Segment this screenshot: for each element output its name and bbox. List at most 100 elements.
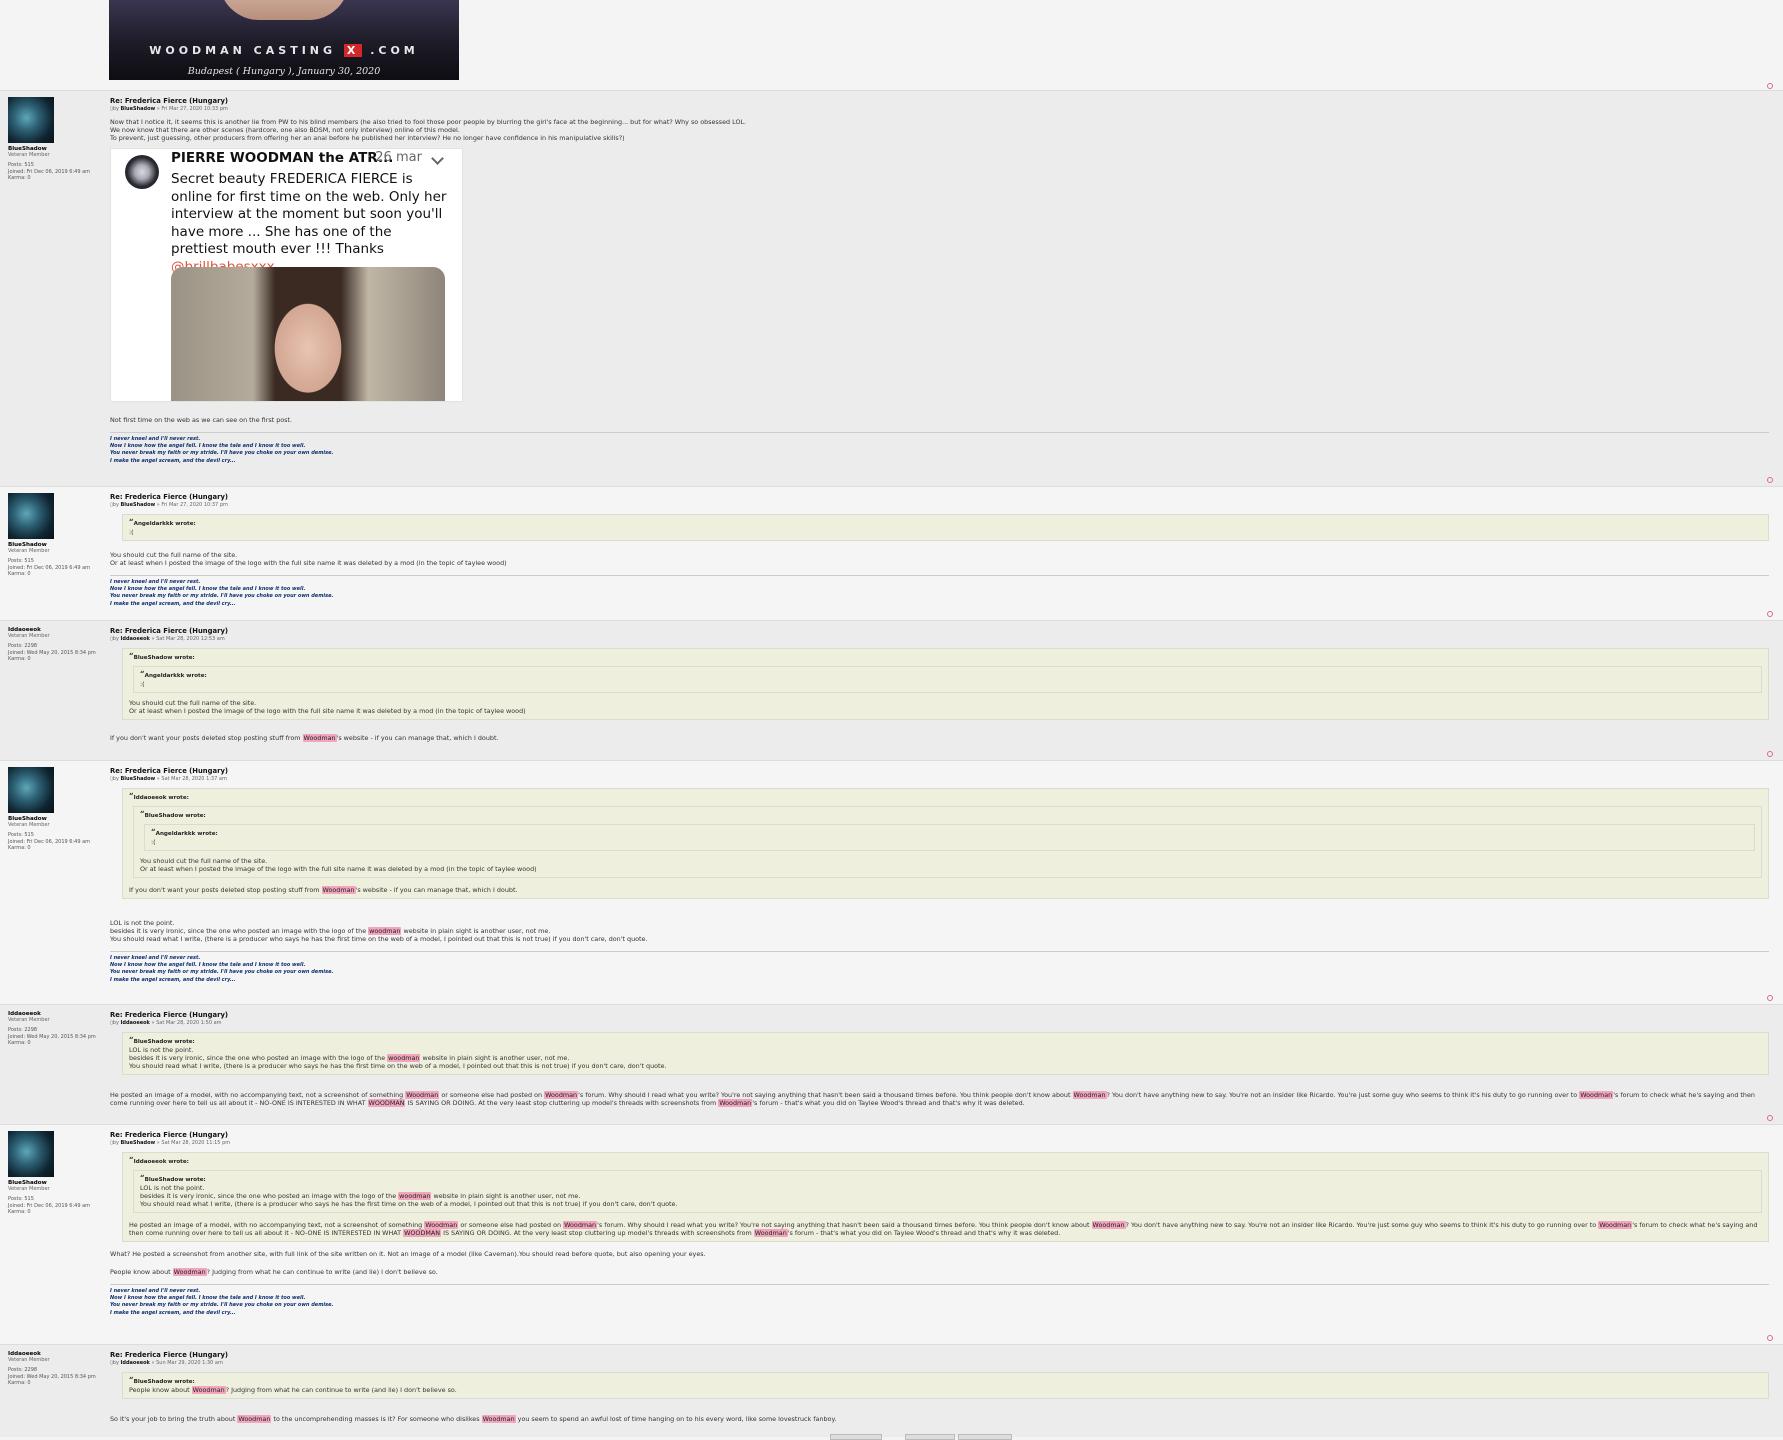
post-author[interactable]: BlueShadow bbox=[121, 1140, 156, 1146]
back-to-top-icon[interactable] bbox=[1767, 477, 1773, 483]
post-body: Re: Frederica Fierce (Hungary) ▯by BlueS… bbox=[110, 767, 1769, 984]
quote-author: BlueShadow wrote: bbox=[140, 810, 1755, 820]
post-author[interactable]: Iddaoeeok bbox=[121, 1020, 150, 1026]
post-body: Re: Frederica Fierce (Hungary) ▯by Iddao… bbox=[110, 627, 1769, 742]
post-content: BlueShadow wrote: People know about Wood… bbox=[110, 1372, 1769, 1423]
search-highlight: Woodman bbox=[544, 1091, 579, 1099]
search-highlight: Woodman bbox=[302, 734, 337, 742]
signature: I never kneel and I'll never rest. Now I… bbox=[110, 951, 1769, 984]
user-joined: Joined: Fri Dec 06, 2019 6:49 am bbox=[8, 838, 91, 845]
post-content: Angeldarkkk wrote: :( You should cut the… bbox=[110, 514, 1769, 567]
post-profile: BlueShadow Veteran Member Posts: 515 Joi… bbox=[8, 767, 100, 851]
post: BlueShadow Veteran Member Posts: 515 Joi… bbox=[0, 90, 1783, 486]
post-author[interactable]: BlueShadow bbox=[121, 502, 156, 508]
embedded-tweet-image[interactable]: PIERRE WOODMAN the ATR... · 26 mar Secre… bbox=[110, 148, 463, 402]
user-karma: Karma: 0 bbox=[8, 844, 31, 851]
post-content: BlueShadow wrote: LOL is not the point. … bbox=[110, 1032, 1769, 1107]
nested-quote-block: BlueShadow wrote: Angeldarkkk wrote: :( … bbox=[133, 806, 1762, 878]
user-karma: Karma: 0 bbox=[8, 174, 31, 181]
user-rank: Veteran Member bbox=[8, 1357, 50, 1364]
post: Iddaoeeok Veteran Member Posts: 2298 Joi… bbox=[0, 1344, 1783, 1437]
post-body: Re: Frederica Fierce (Hungary) ▯by BlueS… bbox=[110, 1131, 1769, 1317]
post-profile: BlueShadow Veteran Member Posts: 515 Joi… bbox=[8, 1131, 100, 1215]
post-body: Re: Frederica Fierce (Hungary) ▯by Iddao… bbox=[110, 1011, 1769, 1107]
search-highlight: Woodman bbox=[481, 1415, 516, 1423]
image-location-text: Budapest ( Hungary ), January 30, 2020 bbox=[187, 66, 381, 77]
search-highlight: Woodman bbox=[563, 1221, 598, 1229]
quote-author: Angeldarkkk wrote: bbox=[151, 828, 1748, 838]
post-author[interactable]: BlueShadow bbox=[121, 106, 156, 112]
back-to-top-icon[interactable] bbox=[1767, 995, 1773, 1001]
search-highlight: Woodman bbox=[424, 1221, 459, 1229]
quote-author: Angeldarkkk wrote: bbox=[140, 670, 1755, 680]
search-highlight: Woodman bbox=[1579, 1091, 1614, 1099]
avatar[interactable] bbox=[8, 1131, 54, 1177]
pagination-button[interactable] bbox=[830, 1434, 882, 1440]
avatar[interactable] bbox=[8, 493, 54, 539]
user-joined: Joined: Wed May 20, 2015 8:34 pm bbox=[8, 1373, 96, 1380]
post-profile: BlueShadow Veteran Member Posts: 515 Joi… bbox=[8, 97, 100, 181]
pagination-button[interactable] bbox=[958, 1434, 1012, 1440]
post: BlueShadow Veteran Member Posts: 515 Joi… bbox=[0, 486, 1783, 620]
post-author[interactable]: Iddaoeeok bbox=[121, 1360, 150, 1366]
search-highlight: Woodman bbox=[172, 1268, 207, 1276]
back-to-top-icon[interactable] bbox=[1767, 83, 1773, 89]
user-joined: Joined: Fri Dec 06, 2019 6:49 am bbox=[8, 1202, 91, 1209]
post-title[interactable]: Re: Frederica Fierce (Hungary) bbox=[110, 97, 1769, 105]
user-joined: Joined: Wed May 20, 2015 8:34 pm bbox=[8, 649, 96, 656]
post: BlueShadow Veteran Member Posts: 515 Joi… bbox=[0, 1124, 1783, 1344]
post-profile: BlueShadow Veteran Member Posts: 515 Joi… bbox=[8, 493, 100, 577]
post-title[interactable]: Re: Frederica Fierce (Hungary) bbox=[110, 1131, 1769, 1139]
attached-image[interactable]: WOODMAN CASTING X .COM Budapest ( Hungar… bbox=[109, 0, 459, 80]
user-karma: Karma: 0 bbox=[8, 570, 31, 577]
post-author[interactable]: BlueShadow bbox=[121, 776, 156, 782]
quote-author: BlueShadow wrote: bbox=[129, 652, 1762, 662]
user-rank: Veteran Member bbox=[8, 548, 50, 555]
post-meta: ▯by BlueShadow » Sat Mar 28, 2020 11:15 … bbox=[110, 1140, 231, 1146]
tweet-date: · 26 mar bbox=[367, 150, 422, 165]
post-author[interactable]: Iddaoeeok bbox=[121, 636, 150, 642]
user-joined: Joined: Wed May 20, 2015 8:34 pm bbox=[8, 1033, 96, 1040]
post-title[interactable]: Re: Frederica Fierce (Hungary) bbox=[110, 493, 1769, 501]
chevron-down-icon bbox=[431, 152, 444, 165]
search-highlight: Woodman bbox=[753, 1229, 788, 1237]
back-to-top-icon[interactable] bbox=[1767, 611, 1773, 617]
avatar[interactable] bbox=[8, 767, 54, 813]
post-meta: ▯by Iddaoeeok » Sat Mar 28, 2020 12:53 a… bbox=[110, 636, 225, 642]
search-highlight: WOODMAN bbox=[367, 1099, 406, 1107]
post: BlueShadow Veteran Member Posts: 515 Joi… bbox=[0, 760, 1783, 1004]
post-title[interactable]: Re: Frederica Fierce (Hungary) bbox=[110, 1011, 1769, 1019]
avatar[interactable] bbox=[8, 97, 54, 143]
user-rank: Veteran Member bbox=[8, 152, 50, 159]
search-highlight: WOODMAN bbox=[403, 1229, 442, 1237]
quote-author: BlueShadow wrote: bbox=[129, 1036, 1762, 1046]
back-to-top-icon[interactable] bbox=[1767, 1335, 1773, 1341]
post-body: Re: Frederica Fierce (Hungary) ▯by BlueS… bbox=[110, 97, 1769, 465]
post-title[interactable]: Re: Frederica Fierce (Hungary) bbox=[110, 767, 1769, 775]
post-profile: Iddaoeeok Veteran Member Posts: 2298 Joi… bbox=[8, 1011, 100, 1046]
post-profile: Iddaoeeok Veteran Member Posts: 2298 Joi… bbox=[8, 1351, 100, 1386]
back-to-top-icon[interactable] bbox=[1767, 751, 1773, 757]
search-highlight: Woodman bbox=[321, 886, 356, 894]
post-title[interactable]: Re: Frederica Fierce (Hungary) bbox=[110, 1351, 1769, 1359]
search-highlight: Woodman bbox=[718, 1099, 753, 1107]
post-content: Iddaoeeok wrote: BlueShadow wrote: Angel… bbox=[110, 788, 1769, 943]
user-rank: Veteran Member bbox=[8, 1186, 50, 1193]
user-rank: Veteran Member bbox=[8, 633, 50, 640]
signature: I never kneel and I'll never rest. Now I… bbox=[110, 432, 1769, 465]
search-highlight: Woodman bbox=[1598, 1221, 1633, 1229]
search-highlight: woodman bbox=[398, 1192, 432, 1200]
post-content: BlueShadow wrote: Angeldarkkk wrote: :( … bbox=[110, 648, 1769, 742]
back-to-top-icon[interactable] bbox=[1767, 1115, 1773, 1121]
quote-author: Iddaoeeok wrote: bbox=[129, 1156, 1762, 1166]
post-content: Iddaoeeok wrote: BlueShadow wrote: LOL i… bbox=[110, 1152, 1769, 1276]
quote-author: BlueShadow wrote: bbox=[129, 1376, 1762, 1386]
post-meta: ▯by BlueShadow » Fri Mar 27, 2020 10:33 … bbox=[110, 106, 228, 112]
post-title[interactable]: Re: Frederica Fierce (Hungary) bbox=[110, 627, 1769, 635]
quote-author: Angeldarkkk wrote: bbox=[129, 518, 1762, 528]
nested-quote-block: Angeldarkkk wrote: :( bbox=[144, 824, 1755, 851]
post-content: Now that I notice it, it seems this is a… bbox=[110, 118, 747, 424]
quote-block: BlueShadow wrote: Angeldarkkk wrote: :( … bbox=[122, 648, 1769, 720]
user-joined: Joined: Fri Dec 06, 2019 6:49 am bbox=[8, 168, 91, 175]
pagination-button[interactable] bbox=[905, 1434, 955, 1440]
